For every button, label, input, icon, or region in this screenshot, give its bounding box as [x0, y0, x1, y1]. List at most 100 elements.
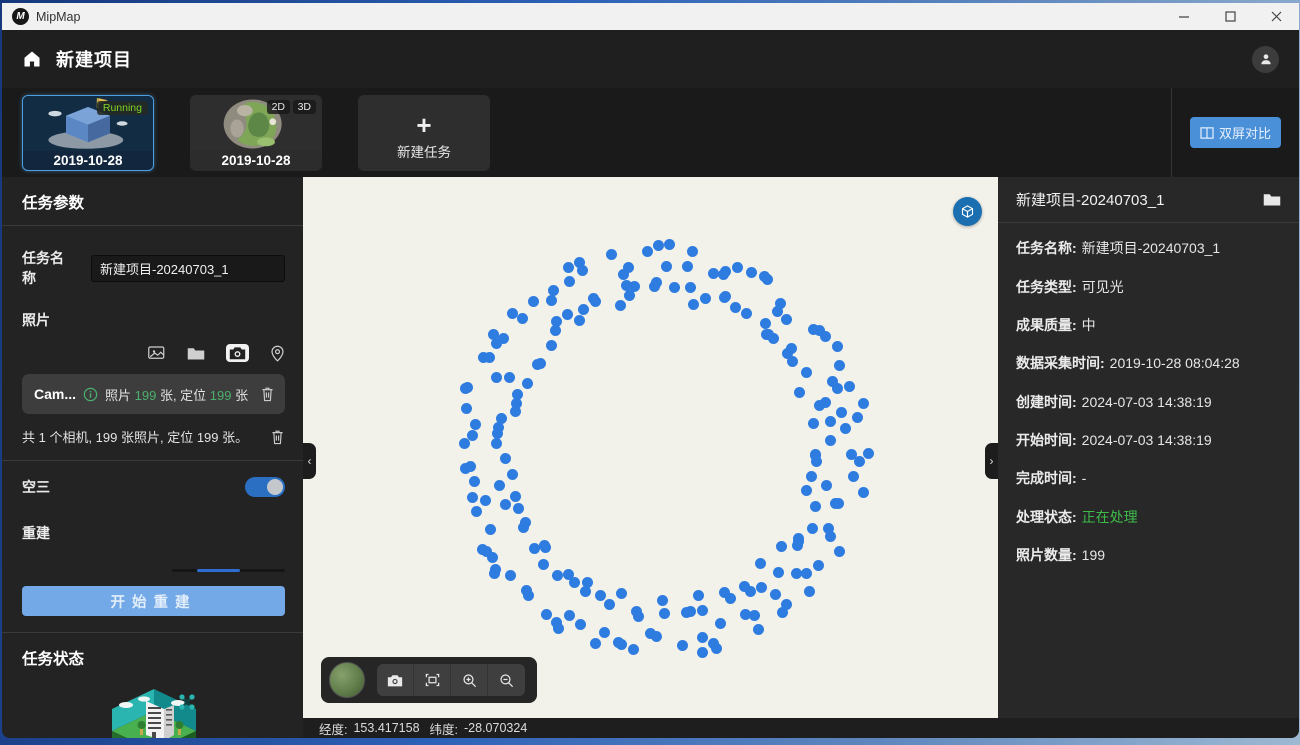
zoom-out-button[interactable]: [488, 664, 525, 696]
camera-point[interactable]: [553, 623, 564, 634]
camera-point[interactable]: [490, 564, 501, 575]
camera-point[interactable]: [470, 419, 481, 430]
camera-point[interactable]: [582, 577, 593, 588]
add-camera-icon[interactable]: [226, 344, 249, 362]
camera-point[interactable]: [507, 469, 518, 480]
aerotriangulation-toggle[interactable]: [245, 477, 285, 497]
camera-point[interactable]: [777, 607, 788, 618]
camera-point[interactable]: [628, 644, 639, 655]
camera-point[interactable]: [564, 610, 575, 621]
camera-point[interactable]: [604, 599, 615, 610]
camera-point[interactable]: [740, 609, 751, 620]
camera-point[interactable]: [770, 589, 781, 600]
camera-point[interactable]: [575, 619, 586, 630]
camera-point[interactable]: [538, 559, 549, 570]
camera-point[interactable]: [863, 448, 874, 459]
camera-point[interactable]: [776, 541, 787, 552]
add-images-icon[interactable]: [148, 345, 166, 361]
camera-point[interactable]: [488, 329, 499, 340]
camera-point[interactable]: [599, 627, 610, 638]
map-viewport[interactable]: ‹ ›: [303, 177, 998, 718]
camera-point[interactable]: [504, 372, 515, 383]
camera-point[interactable]: [546, 340, 557, 351]
camera-point[interactable]: [693, 590, 704, 601]
camera-point[interactable]: [813, 560, 824, 571]
camera-point[interactable]: [840, 423, 851, 434]
add-folder-icon[interactable]: [187, 346, 205, 361]
camera-point[interactable]: [651, 277, 662, 288]
info-icon[interactable]: [83, 387, 98, 402]
camera-point[interactable]: [811, 456, 822, 467]
camera-point[interactable]: [517, 313, 528, 324]
camera-point[interactable]: [755, 558, 766, 569]
fit-extent-button[interactable]: [414, 664, 451, 696]
camera-point[interactable]: [801, 568, 812, 579]
maximize-button[interactable]: [1207, 3, 1253, 30]
camera-point[interactable]: [562, 309, 573, 320]
camera-point[interactable]: [520, 517, 531, 528]
camera-point[interactable]: [718, 269, 729, 280]
camera-point[interactable]: [806, 471, 817, 482]
camera-point[interactable]: [688, 299, 699, 310]
camera-point[interactable]: [792, 540, 803, 551]
camera-point[interactable]: [801, 367, 812, 378]
camera-point[interactable]: [820, 397, 831, 408]
dual-screen-compare-button[interactable]: 双屏对比: [1190, 117, 1281, 148]
camera-point[interactable]: [500, 453, 511, 464]
camera-point[interactable]: [825, 435, 836, 446]
camera-point[interactable]: [467, 430, 478, 441]
camera-point[interactable]: [461, 403, 472, 414]
camera-point[interactable]: [756, 582, 767, 593]
camera-point[interactable]: [682, 261, 693, 272]
camera-point[interactable]: [786, 343, 797, 354]
camera-point[interactable]: [732, 262, 743, 273]
camera-point[interactable]: [746, 267, 757, 278]
camera-group-row[interactable]: Cam... 照片 199 张, 定位 199 张: [22, 374, 285, 414]
camera-point[interactable]: [669, 282, 680, 293]
camera-point[interactable]: [762, 274, 773, 285]
camera-point[interactable]: [821, 480, 832, 491]
camera-point[interactable]: [858, 398, 869, 409]
camera-point[interactable]: [590, 296, 601, 307]
camera-point[interactable]: [697, 647, 708, 658]
new-task-card[interactable]: + 新建任务: [358, 95, 490, 171]
camera-point[interactable]: [801, 485, 812, 496]
camera-point[interactable]: [484, 352, 495, 363]
close-button[interactable]: [1253, 3, 1299, 30]
delete-camera-icon[interactable]: [260, 386, 275, 402]
camera-point[interactable]: [832, 383, 843, 394]
camera-point[interactable]: [697, 632, 708, 643]
camera-point[interactable]: [808, 418, 819, 429]
camera-point[interactable]: [720, 291, 731, 302]
camera-point[interactable]: [485, 524, 496, 535]
open-folder-icon[interactable]: [1263, 192, 1281, 207]
camera-point[interactable]: [505, 570, 516, 581]
camera-point[interactable]: [633, 611, 644, 622]
camera-point[interactable]: [681, 607, 692, 618]
camera-point[interactable]: [642, 246, 653, 257]
camera-point[interactable]: [725, 593, 736, 604]
camera-point[interactable]: [844, 381, 855, 392]
user-avatar[interactable]: [1252, 46, 1279, 73]
camera-point[interactable]: [563, 569, 574, 580]
camera-point[interactable]: [480, 495, 491, 506]
camera-point[interactable]: [768, 333, 779, 344]
camera-point[interactable]: [500, 499, 511, 510]
camera-point[interactable]: [700, 293, 711, 304]
camera-point[interactable]: [854, 456, 865, 467]
camera-point[interactable]: [496, 413, 507, 424]
camera-point[interactable]: [462, 382, 473, 393]
camera-point[interactable]: [848, 471, 859, 482]
camera-point[interactable]: [629, 281, 640, 292]
task-card-running[interactable]: Running 2019-10-28: [22, 95, 154, 171]
camera-point[interactable]: [741, 308, 752, 319]
camera-point[interactable]: [459, 438, 470, 449]
camera-point[interactable]: [697, 605, 708, 616]
camera-point[interactable]: [522, 378, 533, 389]
delete-all-icon[interactable]: [270, 429, 285, 445]
camera-point[interactable]: [467, 492, 478, 503]
camera-point[interactable]: [715, 618, 726, 629]
camera-point[interactable]: [494, 480, 505, 491]
camera-point[interactable]: [563, 262, 574, 273]
camera-point[interactable]: [825, 531, 836, 542]
